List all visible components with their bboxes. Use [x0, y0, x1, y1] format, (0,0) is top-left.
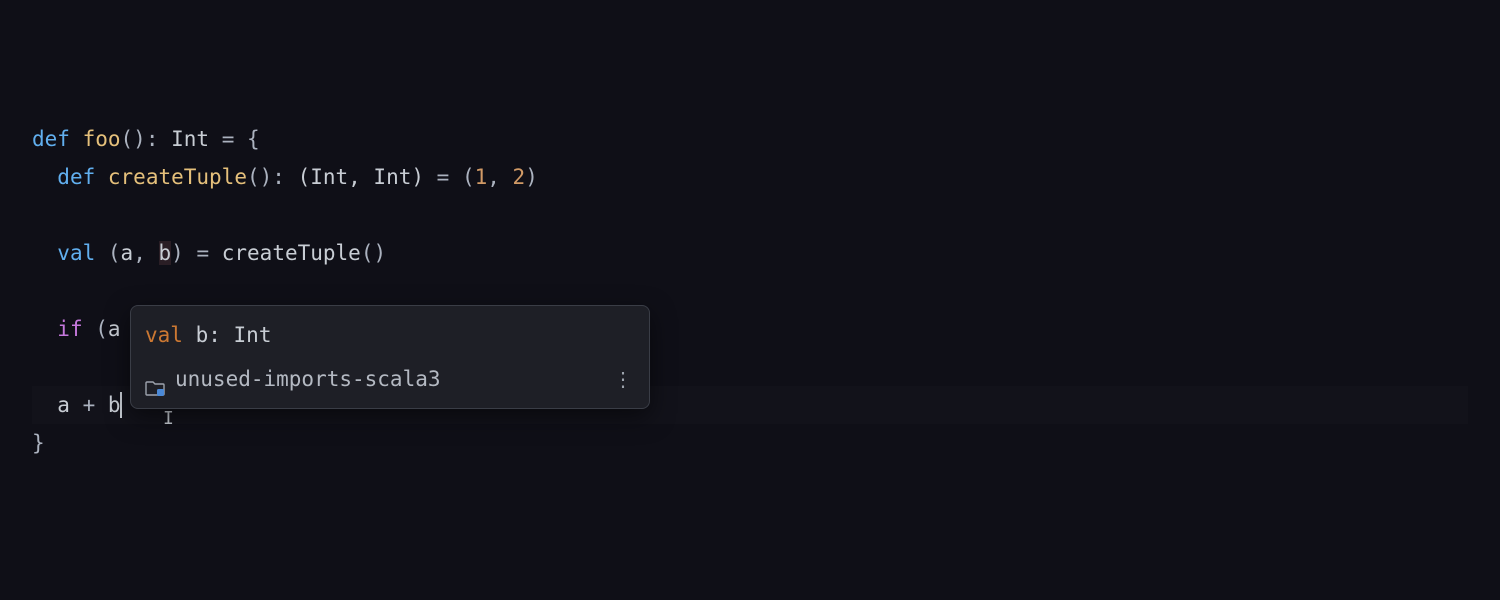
return-type: Int	[171, 127, 209, 151]
more-options-icon[interactable]: ⋮	[609, 360, 635, 398]
type-annotation: (Int, Int)	[298, 165, 424, 189]
keyword-def: def	[57, 165, 95, 189]
quick-doc-popup[interactable]: val b: Int unused-imports-scala3 ⋮	[130, 305, 650, 409]
module-name: unused-imports-scala3	[175, 360, 441, 398]
code-line[interactable]: def createTuple(): (Int, Int) = (1, 2)	[32, 158, 1468, 196]
identifier-highlighted: b	[159, 241, 172, 265]
keyword-if: if	[57, 317, 82, 341]
identifier: a	[121, 241, 134, 265]
keyword-val: val	[57, 241, 95, 265]
parens: ()	[121, 127, 146, 151]
number-literal: 1	[475, 165, 488, 189]
code-line[interactable]: def foo(): Int = {	[32, 120, 1468, 158]
number-literal: 2	[513, 165, 526, 189]
function-call: createTuple	[222, 241, 361, 265]
keyword-def: def	[32, 127, 70, 151]
code-line-blank[interactable]	[32, 196, 1468, 234]
identifier: a	[57, 393, 70, 417]
function-name: foo	[83, 127, 121, 151]
code-editor[interactable]: def foo(): Int = { def createTuple(): (I…	[0, 0, 1500, 462]
text-caret	[120, 392, 122, 418]
module-folder-icon	[145, 371, 165, 387]
symbol-signature: val b: Int	[145, 316, 635, 356]
code-line[interactable]: val (a, b) = createTuple()	[32, 234, 1468, 272]
code-line[interactable]: }	[32, 424, 1468, 462]
popup-info-row: unused-imports-scala3 ⋮	[145, 360, 635, 398]
identifier: a	[108, 317, 121, 341]
function-name: createTuple	[108, 165, 247, 189]
